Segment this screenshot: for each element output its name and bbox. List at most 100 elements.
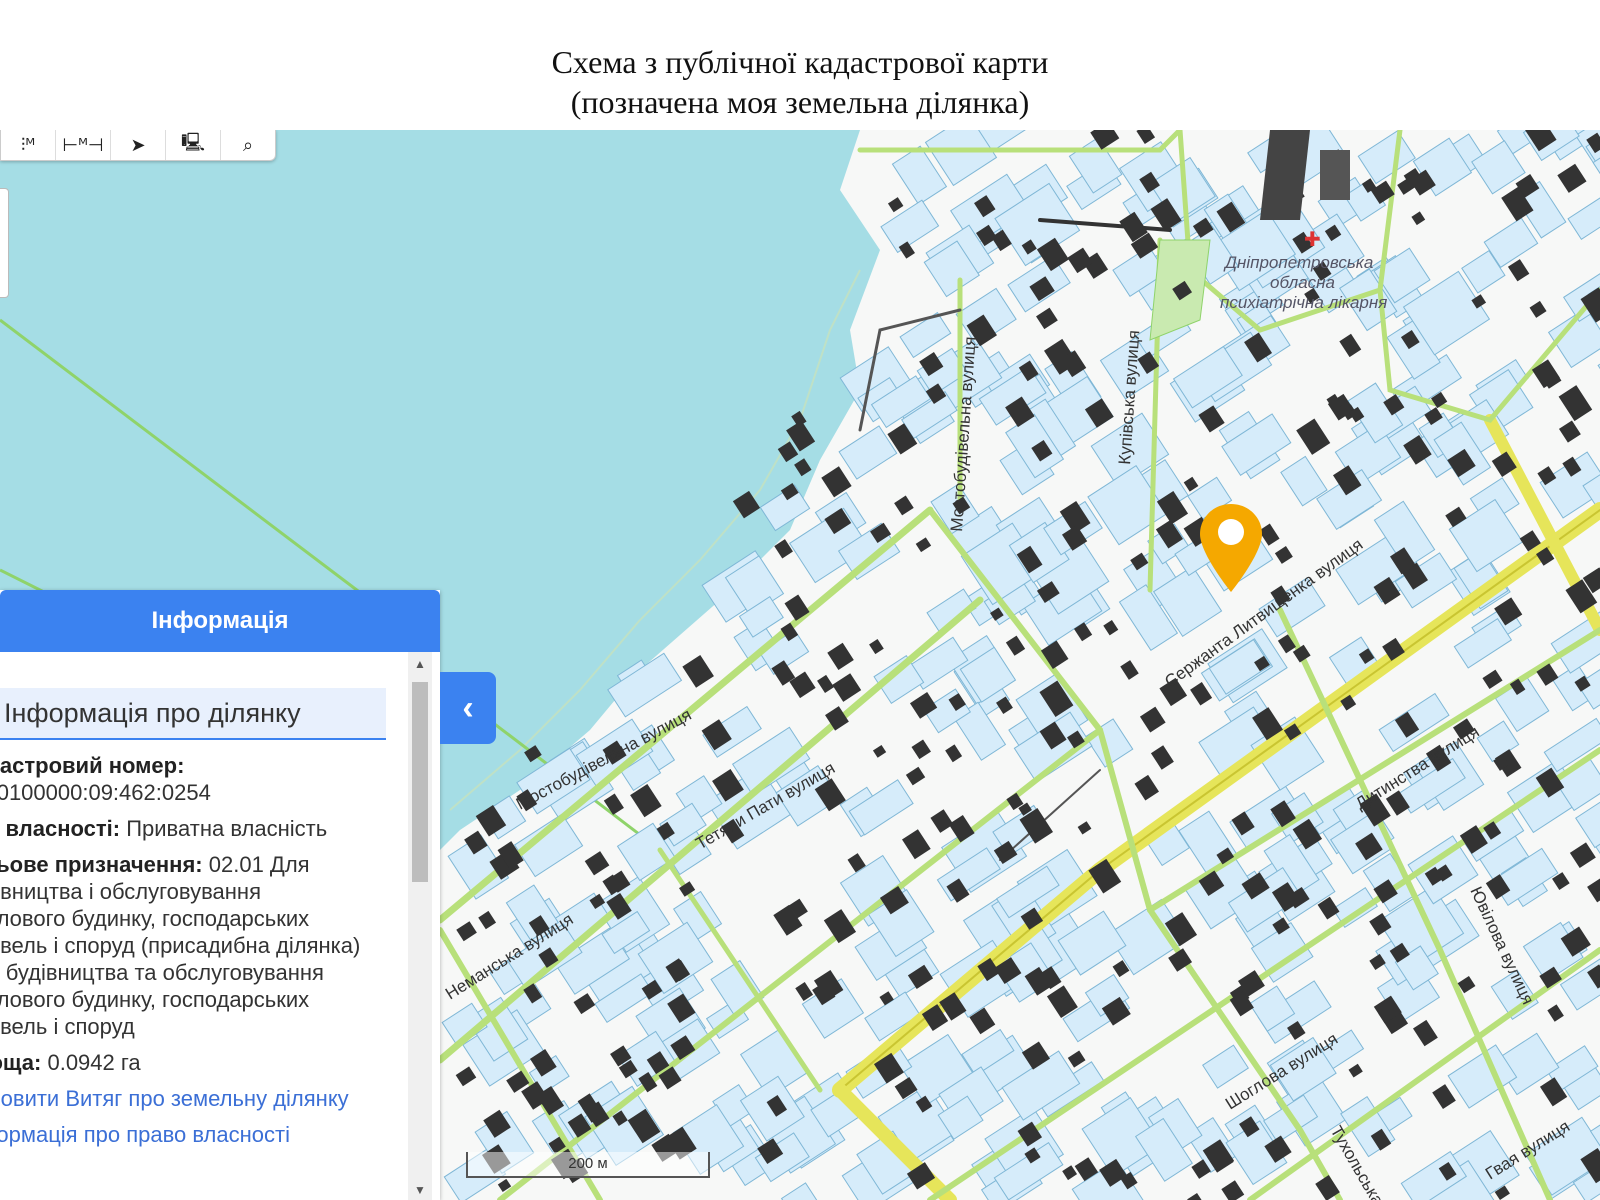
order-extract-link[interactable]: Замовити Витяг про земельну ділянку: [0, 1086, 349, 1111]
page-caption: Схема з публічної кадастрової карти (поз…: [0, 42, 1600, 122]
building: [573, 993, 596, 1015]
building: [478, 910, 497, 930]
building: [1587, 876, 1600, 903]
building: [1348, 1063, 1363, 1078]
select-cursor-icon[interactable]: ➤: [111, 130, 166, 160]
building: [1040, 640, 1069, 670]
building: [455, 1066, 477, 1087]
building: [1411, 211, 1426, 226]
building: [823, 909, 857, 944]
hospital-building: [1320, 150, 1350, 200]
scroll-down-icon[interactable]: ▼: [408, 1180, 432, 1200]
measure-distance-icon[interactable]: ⊢ᴹ⊣: [56, 130, 111, 160]
building: [1413, 1019, 1438, 1047]
building: [1296, 418, 1331, 455]
building: [887, 197, 904, 213]
building: [1274, 546, 1293, 564]
info-panel-header: Інформація: [0, 590, 440, 652]
building: [1136, 130, 1156, 145]
land-parcel-marker-icon[interactable]: [1198, 502, 1264, 594]
building: [817, 674, 835, 694]
chevron-left-icon[interactable]: ‹: [440, 672, 496, 744]
service-road: [999, 769, 1101, 861]
parcel-info-section[interactable]: Інформація про ділянку: [0, 688, 386, 740]
building: [1558, 420, 1581, 443]
hospital-label-line-2: обласна: [1270, 273, 1335, 292]
building: [1036, 307, 1058, 330]
building: [869, 639, 884, 655]
ownership-label: Тип власності:: [0, 816, 121, 841]
building: [1120, 660, 1139, 680]
measure-area-icon[interactable]: ⫶ᴹ: [1, 130, 56, 160]
map-toolbar: ⫶ᴹ ⊢ᴹ⊣ ➤ 🖳 ⌕: [0, 130, 276, 161]
building: [1067, 1050, 1086, 1068]
building: [945, 744, 963, 763]
building: [821, 466, 852, 498]
caption-line-1: Схема з публічної кадастрової карти: [551, 44, 1049, 80]
info-panel-body: Інформація про ділянку Кадастровий номер…: [0, 652, 408, 1200]
building: [930, 809, 954, 833]
purpose-line: Для будівництва та обслуговування: [0, 960, 324, 985]
land-parcel[interactable]: [780, 1182, 819, 1200]
land-parcel[interactable]: [880, 199, 940, 254]
building: [911, 739, 931, 760]
land-parcel[interactable]: [848, 779, 914, 836]
building: [902, 829, 931, 860]
building: [682, 655, 714, 688]
location-pin-icon[interactable]: ⌕: [221, 130, 275, 160]
zoom-control[interactable]: [0, 188, 9, 298]
purpose-line: будівель і споруд: [0, 1014, 135, 1039]
scroll-up-icon[interactable]: ▲: [408, 654, 432, 674]
parcel-fields: Кадастровий номер: 1210100000:09:462:025…: [0, 752, 400, 1157]
building: [1339, 333, 1362, 358]
building: [1187, 1193, 1205, 1200]
building: [603, 793, 624, 815]
building: [905, 766, 926, 786]
building: [1507, 259, 1530, 282]
building: [872, 744, 887, 758]
land-parcel[interactable]: [1202, 1044, 1250, 1089]
building: [1139, 706, 1166, 733]
caption-line-2: (позначена моя земельна ділянка): [570, 84, 1030, 120]
building: [1103, 619, 1119, 636]
info-scrollbar[interactable]: ▲ ▼: [408, 652, 432, 1200]
cadastral-map[interactable]: ✚ Мостобудівельна вулиця Мостобудівельна…: [0, 130, 1600, 1200]
building: [1529, 300, 1547, 318]
building: [1482, 669, 1503, 689]
building: [1150, 745, 1174, 770]
building: [1062, 1165, 1078, 1181]
building: [584, 851, 610, 876]
ownership-rights-link[interactable]: Інформація про право власності: [0, 1122, 290, 1147]
info-panel: Інформація Інформація про ділянку Кадаст…: [0, 590, 440, 1200]
purpose-value: 02.01 Для: [208, 852, 310, 877]
building: [1134, 774, 1159, 801]
purpose-label: Цільове призначення:: [0, 852, 203, 877]
building: [832, 673, 862, 702]
land-parcel[interactable]: [1567, 184, 1600, 240]
building: [1558, 385, 1593, 422]
building: [1183, 476, 1199, 492]
purpose-line: житлового будинку, господарських: [0, 906, 310, 931]
hospital-label-line-3: психіатрічна лікарня: [1220, 293, 1387, 312]
building: [795, 982, 814, 1001]
building: [1569, 842, 1596, 869]
building: [915, 537, 932, 553]
ownership-value: Приватна власність: [126, 816, 328, 841]
building: [827, 642, 854, 670]
purpose-line: житлового будинку, господарських: [0, 987, 310, 1012]
area-label: Площа:: [0, 1050, 42, 1075]
cadastral-number-value: 1210100000:09:462:0254: [0, 780, 211, 805]
map-scale-bar: 200 м: [466, 1152, 710, 1178]
building: [1432, 1084, 1456, 1110]
monitor-icon[interactable]: 🖳: [166, 130, 221, 160]
building: [1190, 682, 1213, 706]
building: [1547, 1004, 1564, 1022]
purpose-line: будівель і споруд (присадибна ділянка): [0, 933, 361, 958]
cadastral-number-label: Кадастровий номер:: [0, 753, 185, 778]
hospital-label-line-1: Дніпропетровська: [1223, 253, 1373, 272]
building: [894, 495, 914, 516]
scroll-thumb[interactable]: [412, 682, 428, 882]
building: [1077, 821, 1092, 835]
building: [1005, 635, 1026, 656]
building: [1221, 1180, 1245, 1200]
